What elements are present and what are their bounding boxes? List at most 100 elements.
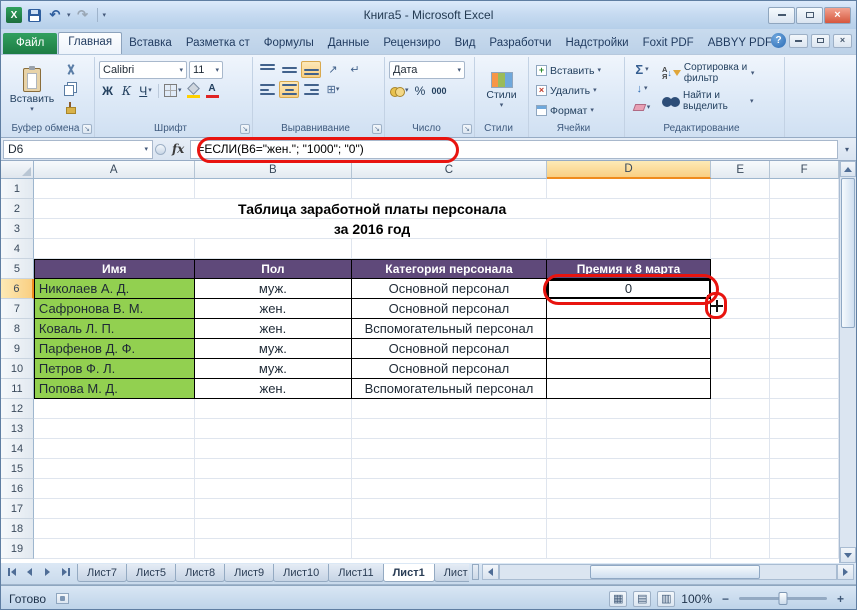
ribbon-tab-4[interactable]: Формулы	[257, 33, 321, 54]
cell-E10[interactable]	[711, 359, 770, 379]
sheet-tab-5[interactable]: Лист11	[328, 564, 383, 582]
format-cells-button[interactable]: Формат ▾	[533, 101, 620, 120]
cell-F7[interactable]	[770, 299, 839, 319]
previous-sheet-button[interactable]	[21, 564, 38, 580]
cell-F9[interactable]	[770, 339, 839, 359]
ribbon-tab-5[interactable]: Данные	[321, 33, 377, 54]
ribbon-tab-2[interactable]: Вставка	[122, 33, 179, 54]
cell-C4[interactable]	[352, 239, 547, 259]
cell-C11[interactable]: Вспомогательный персонал	[352, 379, 547, 399]
cell-B19[interactable]	[195, 539, 353, 559]
horizontal-scrollbar-thumb[interactable]	[590, 565, 760, 579]
font-name-select[interactable]: Calibri ▾	[99, 61, 187, 79]
row-header-6[interactable]: 6	[1, 279, 34, 299]
column-header-F[interactable]: F	[770, 161, 839, 179]
cell-C5[interactable]: Категория персонала	[352, 259, 547, 279]
cell-A17[interactable]	[34, 499, 195, 519]
fill-button[interactable]: ↓ ▾	[629, 80, 655, 97]
cell-F6[interactable]	[770, 279, 839, 299]
cell-C1[interactable]	[352, 179, 547, 199]
cell-E1[interactable]	[711, 179, 770, 199]
scroll-left-button[interactable]	[482, 564, 499, 580]
styles-button[interactable]: Стили ▾	[479, 59, 524, 122]
cell-D18[interactable]	[547, 519, 712, 539]
row-header-10[interactable]: 10	[1, 359, 34, 379]
page-layout-view-button[interactable]: ▤	[633, 591, 651, 607]
cell-C17[interactable]	[352, 499, 547, 519]
cell-B17[interactable]	[195, 499, 353, 519]
delete-cells-button[interactable]: × Удалить ▾	[533, 81, 620, 100]
clear-button[interactable]: ▾	[629, 99, 655, 116]
paste-button[interactable]: Вставить ▾	[7, 59, 57, 122]
scroll-down-button[interactable]	[840, 547, 856, 563]
cell-C10[interactable]: Основной персонал	[352, 359, 547, 379]
cell-C16[interactable]	[352, 479, 547, 499]
scroll-up-button[interactable]	[840, 161, 856, 177]
cell-B4[interactable]	[195, 239, 353, 259]
comma-format-button[interactable]: 000	[431, 82, 448, 99]
row-header-17[interactable]: 17	[1, 499, 34, 519]
zoom-slider[interactable]	[739, 597, 827, 600]
cell-F17[interactable]	[770, 499, 839, 519]
underline-button[interactable]: Ч ▾	[137, 82, 154, 99]
cell-B8[interactable]: жен.	[195, 319, 353, 339]
scroll-right-button[interactable]	[837, 564, 854, 580]
cell-F1[interactable]	[770, 179, 839, 199]
ribbon-tab-1[interactable]: Главная	[58, 32, 122, 54]
cell-F2[interactable]	[770, 199, 839, 219]
row-header-15[interactable]: 15	[1, 459, 34, 479]
ribbon-tab-9[interactable]: Надстройки	[558, 33, 635, 54]
cell-E18[interactable]	[711, 519, 770, 539]
cell-A16[interactable]	[34, 479, 195, 499]
scrollbar-track[interactable]	[840, 329, 856, 547]
cell-F4[interactable]	[770, 239, 839, 259]
cell-A11[interactable]: Попова М. Д.	[34, 379, 195, 399]
cell-F18[interactable]	[770, 519, 839, 539]
insert-function-button[interactable]: fx	[168, 142, 188, 156]
cell-C15[interactable]	[352, 459, 547, 479]
cell-E9[interactable]	[711, 339, 770, 359]
workbook-minimize-button[interactable]	[789, 34, 808, 48]
ribbon-tab-3[interactable]: Разметка ст	[179, 33, 257, 54]
horizontal-scrollbar[interactable]	[482, 564, 854, 580]
number-format-select[interactable]: Дата ▾	[389, 61, 465, 79]
zoom-in-button[interactable]: +	[833, 591, 848, 606]
orientation-button[interactable]: ↗	[323, 61, 343, 78]
cell-A9[interactable]: Парфенов Д. Ф.	[34, 339, 195, 359]
cell-E19[interactable]	[711, 539, 770, 559]
cell-B10[interactable]: муж.	[195, 359, 353, 379]
row-header-9[interactable]: 9	[1, 339, 34, 359]
cell-A12[interactable]	[34, 399, 195, 419]
sheet-tab-0[interactable]: Лист7	[77, 564, 127, 582]
percent-format-button[interactable]: %	[412, 82, 429, 99]
cell-D7[interactable]	[547, 299, 712, 319]
tab-split-handle[interactable]	[472, 564, 479, 580]
cell-C7[interactable]: Основной персонал	[352, 299, 547, 319]
cell-D16[interactable]	[547, 479, 712, 499]
cell-C12[interactable]	[352, 399, 547, 419]
cell-A5[interactable]: Имя	[34, 259, 195, 279]
cell-F11[interactable]	[770, 379, 839, 399]
undo-dropdown-icon[interactable]: ▾	[67, 12, 71, 19]
redo-button[interactable]: ↷	[74, 6, 92, 24]
align-top-button[interactable]	[257, 61, 277, 78]
sheet-tab-3[interactable]: Лист9	[224, 564, 274, 582]
undo-button[interactable]: ↶	[46, 6, 64, 24]
align-left-button[interactable]	[257, 81, 277, 98]
align-bottom-button[interactable]	[301, 61, 321, 78]
ribbon-tab-file[interactable]: Файл	[3, 33, 57, 54]
restore-button[interactable]	[796, 7, 823, 24]
cell-F10[interactable]	[770, 359, 839, 379]
column-header-A[interactable]: A	[34, 161, 195, 179]
cell-E5[interactable]	[711, 259, 770, 279]
cell-A18[interactable]	[34, 519, 195, 539]
cell-A6[interactable]: Николаев А. Д.	[34, 279, 195, 299]
merge-center-button[interactable]: ⊞ ▾	[323, 81, 343, 98]
autosum-button[interactable]: Σ ▾	[629, 61, 655, 78]
cell-E3[interactable]	[711, 219, 770, 239]
cell-E2[interactable]	[711, 199, 770, 219]
row-header-7[interactable]: 7	[1, 299, 34, 319]
dialog-launcher-icon[interactable]: ↘	[462, 124, 472, 134]
row-header-11[interactable]: 11	[1, 379, 34, 399]
cell-C8[interactable]: Вспомогательный персонал	[352, 319, 547, 339]
